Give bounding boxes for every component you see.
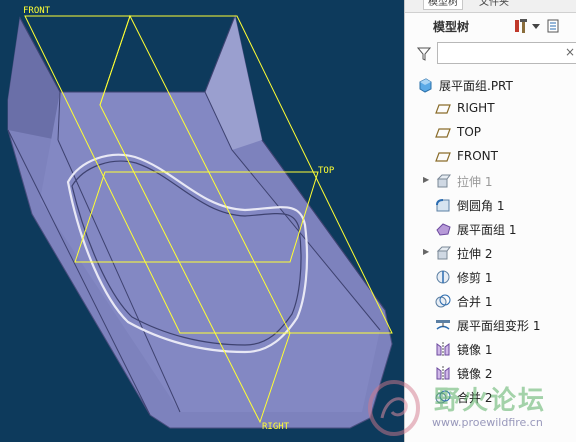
tree-node-label: 展平面组变形 1 <box>457 319 541 333</box>
extrude-icon <box>435 245 451 261</box>
tree-node-label: FRONT <box>457 149 498 163</box>
tab-model-tree[interactable]: 模型树 <box>423 0 463 10</box>
tree-node-label: 合并 2 <box>457 391 493 405</box>
filter-input[interactable] <box>437 42 576 64</box>
tree-filter: × <box>415 42 576 66</box>
tree-node[interactable]: ▶ 拉伸 1 <box>405 170 576 192</box>
graphics-viewport[interactable]: FRONT TOP RIGHT <box>0 0 404 442</box>
panel-tabs: 模型树 文件夹 <box>405 0 576 13</box>
expand-arrow-icon[interactable]: ▶ <box>423 247 431 257</box>
tree-node-label: RIGHT <box>457 101 495 115</box>
model-canvas[interactable]: FRONT TOP RIGHT <box>0 0 404 442</box>
front-plane-label: FRONT <box>23 6 51 16</box>
round-icon <box>435 197 451 213</box>
tree-title: 模型树 <box>433 20 470 34</box>
show-settings-icon[interactable] <box>545 18 561 34</box>
tree-node[interactable]: 镜像 2 <box>405 362 576 384</box>
tree-node-label: 拉伸 2 <box>457 247 493 261</box>
merge-icon <box>435 389 451 405</box>
tree-node[interactable]: ▶ 拉伸 2 <box>405 242 576 264</box>
tree-node-label: 镜像 1 <box>457 343 493 357</box>
tools-icon[interactable] <box>513 18 529 34</box>
tree-node-label: 拉伸 1 <box>457 175 493 189</box>
top-plane-label: TOP <box>318 166 335 176</box>
part-icon <box>417 77 433 93</box>
tree-node[interactable]: 展平面组.PRT <box>405 74 576 96</box>
clear-filter-icon[interactable]: × <box>565 45 575 59</box>
tree-node-label: 修剪 1 <box>457 271 493 285</box>
part-left-wall <box>8 18 60 140</box>
mirror-icon <box>435 365 451 381</box>
flatten-deform-icon <box>435 317 451 333</box>
tree-toolbar: 模型树 <box>405 14 576 38</box>
tree-node[interactable]: 倒圆角 1 <box>405 194 576 216</box>
trim-icon <box>435 269 451 285</box>
tree-node[interactable]: 镜像 1 <box>405 338 576 360</box>
tree-node-label: TOP <box>457 125 482 139</box>
tree-node[interactable]: 合并 2 <box>405 386 576 408</box>
filter-icon[interactable] <box>416 46 432 61</box>
tree-node-label: 合并 1 <box>457 295 493 309</box>
expand-arrow-icon[interactable]: ▶ <box>423 175 431 185</box>
chevron-down-icon[interactable] <box>531 18 541 34</box>
tab-folder-browser[interactable]: 文件夹 <box>475 0 513 10</box>
tree-node[interactable]: 修剪 1 <box>405 266 576 288</box>
extrude-icon <box>435 173 451 189</box>
datum-plane-icon <box>435 149 451 165</box>
tree-node[interactable]: RIGHT <box>405 98 576 120</box>
tree-node-label: 展平面组 1 <box>457 223 517 237</box>
mirror-icon <box>435 341 451 357</box>
tree-node[interactable]: FRONT <box>405 146 576 168</box>
datum-plane-icon <box>435 125 451 141</box>
tree-node-label: 镜像 2 <box>457 367 493 381</box>
tree-node[interactable]: TOP <box>405 122 576 144</box>
tree-node-label: 展平面组.PRT <box>439 79 513 93</box>
tree-node[interactable]: 合并 1 <box>405 290 576 312</box>
tree-node[interactable]: 展平面组变形 1 <box>405 314 576 336</box>
datum-plane-icon <box>435 101 451 117</box>
flatten-quilt-icon <box>435 221 451 237</box>
right-plane-label: RIGHT <box>262 422 290 432</box>
model-tree-panel: 模型树 文件夹 模型树 × 展平面组.PRT RIGHT TOP FRONT ▶ 拉伸 1… <box>404 0 576 442</box>
tree-node[interactable]: 展平面组 1 <box>405 218 576 240</box>
tree-node-label: 倒圆角 1 <box>457 199 505 213</box>
merge-icon <box>435 293 451 309</box>
